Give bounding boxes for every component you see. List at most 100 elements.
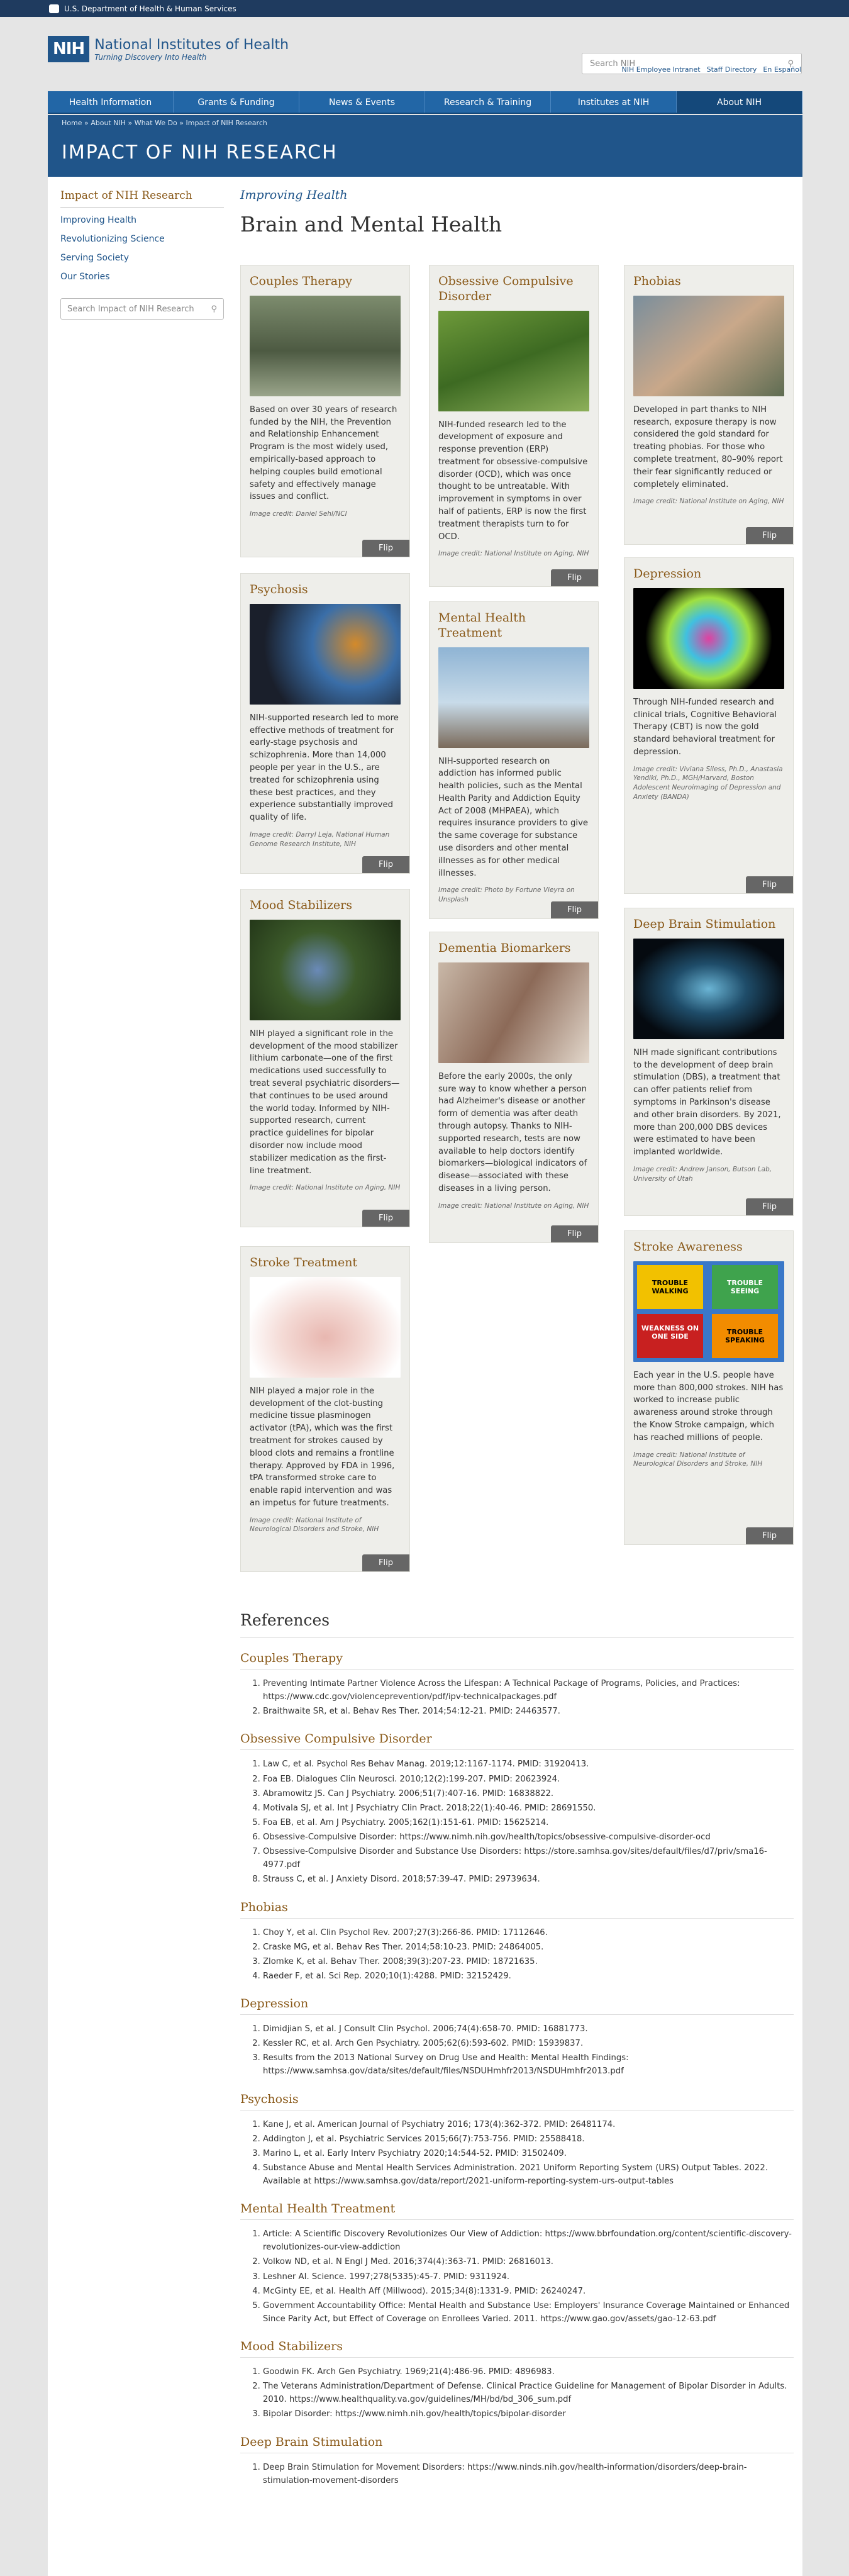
card-title: Couples Therapy: [250, 274, 352, 288]
card-text: Before the early 2000s, the only sure wa…: [438, 1071, 587, 1193]
reference-list: Article: A Scientific Discovery Revoluti…: [240, 2228, 794, 2326]
reference-item[interactable]: Addington J, et al. Psychiatric Services…: [263, 2133, 794, 2146]
reference-item[interactable]: Law C, et al. Psychol Res Behav Manag. 2…: [263, 1758, 794, 1771]
reference-item[interactable]: Article: A Scientific Discovery Revoluti…: [263, 2228, 794, 2254]
en-espanol-link[interactable]: En Español: [763, 65, 801, 74]
reference-item[interactable]: McGinty EE, et al. Health Aff (Millwood)…: [263, 2285, 794, 2298]
nav-institutes[interactable]: Institutes at NIH: [551, 91, 677, 113]
sign-trouble-seeing: TROUBLE SEEING: [712, 1264, 778, 1309]
flip-button[interactable]: Flip: [746, 1198, 793, 1215]
reference-item[interactable]: Braithwaite SR, et al. Behav Res Ther. 2…: [263, 1705, 794, 1718]
breadcrumb[interactable]: Home » About NIH » What We Do » Impact o…: [62, 119, 267, 127]
section-banner: Home » About NIH » What We Do » Impact o…: [48, 115, 802, 177]
reference-item[interactable]: The Veterans Administration/Department o…: [263, 2380, 794, 2406]
flip-button[interactable]: Flip: [746, 1527, 793, 1544]
reference-item[interactable]: Obsessive-Compulsive Disorder: https://w…: [263, 1831, 794, 1844]
sign-weakness-one-side: WEAKNESS ON ONE SIDE: [637, 1313, 703, 1358]
card-title: Stroke Treatment: [250, 1256, 358, 1269]
nav-research-training[interactable]: Research & Training: [425, 91, 551, 113]
search-icon[interactable]: ⚲: [211, 304, 217, 314]
reference-item[interactable]: Foa EB. Dialogues Clin Neurosci. 2010;12…: [263, 1773, 794, 1786]
sidebar-search-placeholder: Search Impact of NIH Research: [67, 304, 194, 314]
flip-button[interactable]: Flip: [746, 527, 793, 544]
sidebar: Impact of NIH Research Improving Health …: [60, 189, 224, 320]
sidebar-search-input[interactable]: Search Impact of NIH Research ⚲: [60, 298, 224, 320]
reference-item[interactable]: Strauss C, et al. J Anxiety Disord. 2018…: [263, 1873, 794, 1886]
reference-list: Preventing Intimate Partner Violence Acr…: [240, 1677, 794, 1718]
reference-item[interactable]: Leshner AI. Science. 1997;278(5335):45-7…: [263, 2270, 794, 2283]
card-mental-health-treatment: Mental Health Treatment NIH-supported re…: [429, 601, 599, 919]
flip-button[interactable]: Flip: [362, 1554, 409, 1571]
reference-item[interactable]: Kane J, et al. American Journal of Psych…: [263, 2118, 794, 2131]
card-text: Each year in the U.S. people have more t…: [633, 1370, 784, 1442]
sidebar-item-our-stories[interactable]: Our Stories: [60, 272, 224, 282]
reference-item[interactable]: Obsessive-Compulsive Disorder and Substa…: [263, 1845, 794, 1871]
mood-stabilizers-photo: [250, 919, 401, 1020]
card-text: NIH played a significant role in the dev…: [250, 1029, 400, 1176]
card-text: Based on over 30 years of research funde…: [250, 404, 397, 502]
card-couples-therapy: Couples Therapy Based on over 30 years o…: [240, 265, 410, 557]
hhs-eagle-icon: [49, 4, 59, 13]
flip-button[interactable]: Flip: [551, 1225, 598, 1242]
reference-item[interactable]: Foa EB, et al. Am J Psychiatry. 2005;162…: [263, 1816, 794, 1829]
reference-section-title: Depression: [240, 1997, 794, 2015]
reference-item[interactable]: Government Accountability Office: Mental…: [263, 2299, 794, 2326]
image-credit: Image credit: Viviana Siless, Ph.D., Ana…: [633, 765, 783, 801]
reference-item[interactable]: Substance Abuse and Mental Health Servic…: [263, 2161, 794, 2188]
nav-about-nih[interactable]: About NIH: [677, 91, 802, 113]
card-title: Deep Brain Stimulation: [633, 917, 776, 931]
nih-logo-tagline: Turning Discovery Into Health: [94, 52, 207, 62]
reference-item[interactable]: Deep Brain Stimulation for Movement Diso…: [263, 2461, 794, 2487]
nih-logo-mark: NIH: [48, 36, 90, 62]
page-title: Brain and Mental Health: [240, 212, 502, 237]
reference-item[interactable]: Raeder F, et al. Sci Rep. 2020;10(1):428…: [263, 1970, 794, 1983]
flip-button[interactable]: Flip: [362, 540, 409, 557]
staff-directory-link[interactable]: Staff Directory: [707, 65, 757, 74]
nav-grants-funding[interactable]: Grants & Funding: [174, 91, 299, 113]
reference-item[interactable]: Zlomke K, et al. Behav Ther. 2008;39(3):…: [263, 1955, 794, 1968]
flip-button[interactable]: Flip: [362, 1210, 409, 1227]
reference-item[interactable]: Kessler RC, et al. Arch Gen Psychiatry. …: [263, 2037, 794, 2050]
reference-item[interactable]: Goodwin FK. Arch Gen Psychiatry. 1969;21…: [263, 2365, 794, 2378]
reference-item[interactable]: Abramowitz JS. Can J Psychiatry. 2006;51…: [263, 1787, 794, 1800]
card-text: NIH-supported research on addiction has …: [438, 756, 589, 878]
card-deep-brain-stimulation: Deep Brain Stimulation NIH made signific…: [624, 908, 794, 1216]
reference-item[interactable]: Choy Y, et al. Clin Psychol Rev. 2007;27…: [263, 1926, 794, 1939]
main-nav: Health Information Grants & Funding News…: [48, 91, 802, 114]
flip-button[interactable]: Flip: [551, 569, 598, 586]
reference-item[interactable]: Dimidjian S, et al. J Consult Clin Psych…: [263, 2022, 794, 2036]
stroke-signs-image: TROUBLE WALKING TROUBLE SEEING WEAKNESS …: [633, 1261, 784, 1362]
reference-list: Goodwin FK. Arch Gen Psychiatry. 1969;21…: [240, 2365, 794, 2421]
image-credit: Image credit: National Institute on Agin…: [633, 498, 784, 506]
reference-item[interactable]: Marino L, et al. Early Interv Psychiatry…: [263, 2147, 794, 2160]
sidebar-item-revolutionizing-science[interactable]: Revolutionizing Science: [60, 234, 224, 244]
flip-button[interactable]: Flip: [362, 856, 409, 873]
nav-health-information[interactable]: Health Information: [48, 91, 174, 113]
image-credit: Image credit: National Institute on Agin…: [438, 550, 589, 558]
stroke-brain-illustration: [250, 1276, 401, 1378]
reference-section-title: Mood Stabilizers: [240, 2339, 794, 2358]
reference-section-title: Couples Therapy: [240, 1651, 794, 1670]
flip-button[interactable]: Flip: [551, 901, 598, 918]
sidebar-item-serving-society[interactable]: Serving Society: [60, 253, 224, 263]
sidebar-item-improving-health[interactable]: Improving Health: [60, 215, 224, 225]
nih-logo[interactable]: NIH National Institutes of Health Turnin…: [48, 36, 289, 62]
reference-section-title: Phobias: [240, 1900, 794, 1919]
reference-item[interactable]: Volkow ND, et al. N Engl J Med. 2016;374…: [263, 2255, 794, 2268]
reference-item[interactable]: Bipolar Disorder: https://www.nimh.nih.g…: [263, 2407, 794, 2421]
references: References Couples Therapy Preventing Int…: [240, 1611, 794, 2489]
reference-item[interactable]: Motivala SJ, et al. Int J Psychiatry Cli…: [263, 1802, 794, 1815]
card-text: NIH-funded research led to the developme…: [438, 420, 588, 542]
flip-button[interactable]: Flip: [746, 876, 793, 893]
reference-item[interactable]: Craske MG, et al. Behav Res Ther. 2014;5…: [263, 1941, 794, 1954]
sidebar-title[interactable]: Impact of NIH Research: [60, 189, 224, 208]
banner-title: IMPACT OF NIH RESEARCH: [62, 142, 338, 164]
reference-list: Law C, et al. Psychol Res Behav Manag. 2…: [240, 1758, 794, 1886]
card-stroke-treatment: Stroke Treatment NIH played a major role…: [240, 1246, 410, 1572]
reference-section-title: Obsessive Compulsive Disorder: [240, 1732, 794, 1751]
employee-intranet-link[interactable]: NIH Employee Intranet: [622, 65, 701, 74]
reference-item[interactable]: Results from the 2013 National Survey on…: [263, 2051, 794, 2078]
hhs-link[interactable]: U.S. Department of Health & Human Servic…: [64, 4, 236, 13]
reference-item[interactable]: Preventing Intimate Partner Violence Acr…: [263, 1677, 794, 1703]
nav-news-events[interactable]: News & Events: [299, 91, 425, 113]
